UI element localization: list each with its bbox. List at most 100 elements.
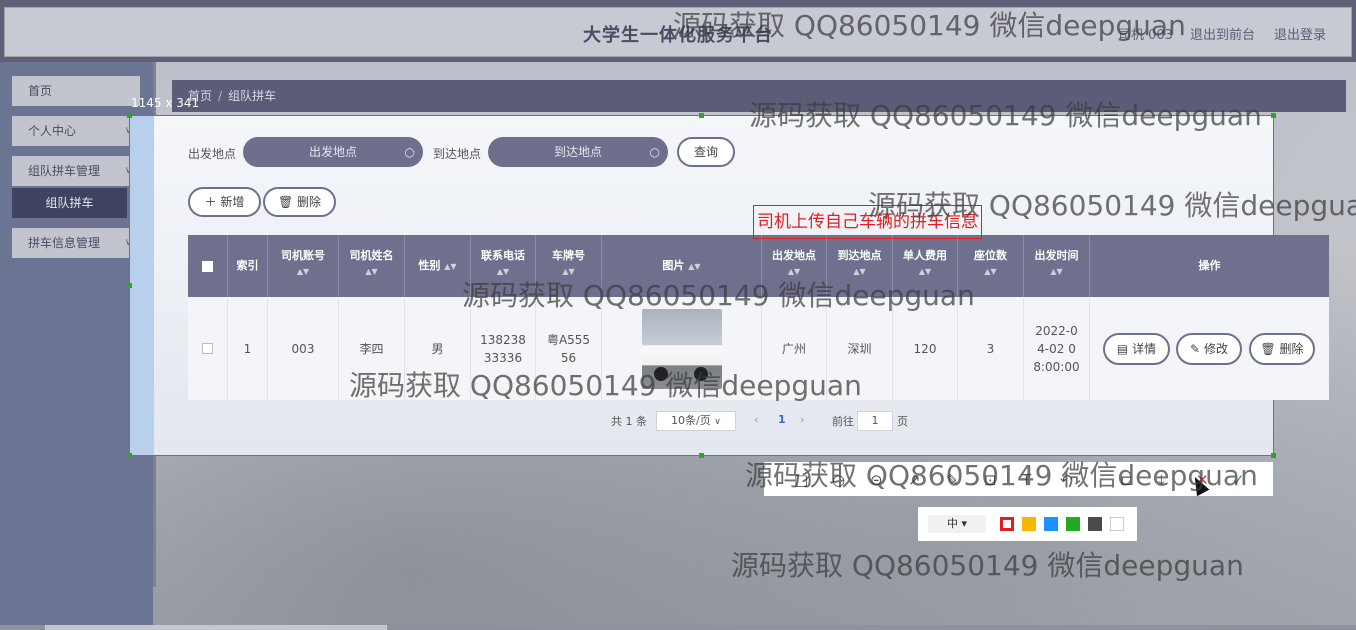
resize-handle[interactable]	[1271, 453, 1276, 458]
col-header-label: 司机账号	[281, 249, 325, 262]
col-header-label: 联系电话	[481, 249, 525, 262]
edit-label: 修改	[1203, 342, 1228, 356]
col-header-label: 司机姓名	[349, 249, 394, 262]
cell-time: 2022-04-02 08:00:00	[1024, 297, 1090, 400]
sidebar-item-carpool-info-manage[interactable]: 拼车信息管理∨	[12, 228, 140, 258]
page-size-value: 10条/页	[671, 414, 711, 427]
goto-page-input[interactable]: 1	[857, 411, 893, 431]
page-number-current[interactable]: 1	[778, 413, 786, 426]
add-button[interactable]: ＋ 新增	[188, 187, 261, 217]
detail-button[interactable]: ▤ 详情	[1103, 333, 1170, 365]
query-button[interactable]: 查询	[677, 137, 735, 167]
color-palette: 中 ▾	[918, 507, 1137, 541]
sidebar-item-home[interactable]: 首页	[12, 76, 140, 106]
col-header-index: 索引	[228, 235, 268, 297]
from-input[interactable]: 出发地点 ○	[243, 137, 423, 167]
search-icon: ○	[404, 145, 415, 159]
trash-icon: 🗑	[1260, 342, 1276, 356]
cell-account: 003	[268, 297, 339, 400]
resize-handle[interactable]	[699, 453, 704, 458]
col-header-label: 到达地点	[837, 249, 882, 262]
delete-label: 删除	[297, 195, 322, 209]
scrollbar-thumb[interactable]	[45, 625, 387, 630]
watermark: 源码获取 QQ86050149 微信deepguan	[731, 549, 1244, 582]
font-size-value: 中	[946, 517, 958, 530]
watermark: 源码获取 QQ86050149 微信deepguan	[673, 9, 1186, 42]
search-icon: ○	[649, 145, 660, 159]
col-header-label: 车牌号	[552, 249, 585, 262]
back-to-front-link[interactable]: 退出到前台	[1190, 24, 1255, 43]
row-delete-button[interactable]: 🗑 删除	[1249, 333, 1315, 365]
watermark: 源码获取 QQ86050149 微信deepguan	[349, 369, 862, 402]
prev-page-icon[interactable]: ‹	[754, 413, 758, 426]
sidebar-item-carpool-team-manage[interactable]: 组队拼车管理∨	[12, 156, 140, 186]
select-all-checkbox[interactable]	[188, 235, 228, 297]
checkbox-icon	[202, 260, 213, 272]
row-checkbox[interactable]	[188, 297, 228, 400]
col-header-label: 座位数	[974, 249, 1007, 262]
sidebar-subitem-carpool-team[interactable]: 组队拼车	[12, 188, 127, 218]
sidebar-item-label: 首页	[28, 84, 53, 98]
page-suffix: 页	[897, 415, 908, 428]
plus-icon: ＋	[204, 195, 217, 209]
resize-handle[interactable]	[699, 113, 704, 118]
breadcrumb-separator: /	[218, 89, 223, 103]
resize-handle[interactable]	[127, 453, 132, 458]
col-header-time[interactable]: 出发时间 ▲▼	[1024, 235, 1090, 297]
from-label: 出发地点	[188, 147, 237, 161]
selection-edge	[130, 116, 154, 455]
checkbox-icon	[202, 343, 213, 354]
color-swatch-red[interactable]	[1000, 517, 1014, 531]
watermark: 源码获取 QQ86050149 微信deepguan	[868, 189, 1356, 222]
sort-icon: ▲▼	[688, 262, 701, 271]
pencil-icon: ✎	[1190, 342, 1201, 356]
trash-icon: 🗑	[277, 195, 294, 209]
color-swatch-gray[interactable]	[1088, 517, 1102, 531]
watermark: 源码获取 QQ86050149 微信deepguan	[462, 279, 975, 312]
row-delete-label: 删除	[1279, 342, 1304, 356]
sidebar-item-label: 个人中心	[28, 124, 77, 138]
resize-handle[interactable]	[1271, 113, 1276, 118]
col-header-account[interactable]: 司机账号 ▲▼	[268, 235, 339, 297]
resize-handle[interactable]	[127, 113, 132, 118]
watermark: 源码获取 QQ86050149 微信deepguan	[749, 99, 1262, 132]
sort-icon: ▲▼	[365, 267, 378, 276]
to-placeholder: 到达地点	[553, 145, 602, 159]
col-header-label: 出发时间	[1034, 249, 1079, 262]
col-header-label: 性别	[418, 259, 441, 272]
from-placeholder: 出发地点	[308, 145, 357, 159]
document-icon: ▤	[1116, 342, 1129, 356]
col-header-label: 出发地点	[772, 249, 816, 262]
capture-size-label: 1145 x 341	[131, 96, 200, 110]
color-swatch-green[interactable]	[1066, 517, 1080, 531]
sidebar-item-label: 拼车信息管理	[28, 236, 101, 250]
logout-link[interactable]: 退出登录	[1274, 24, 1326, 43]
font-size-select[interactable]: 中 ▾	[928, 515, 986, 533]
detail-label: 详情	[1132, 342, 1157, 356]
next-page-icon[interactable]: ›	[800, 413, 804, 426]
sidebar-item-label: 组队拼车管理	[28, 164, 101, 178]
watermark: 源码获取 QQ86050149 微信deepguan	[745, 459, 1258, 492]
col-header-name[interactable]: 司机姓名 ▲▼	[339, 235, 405, 297]
pagination-total: 共 1 条	[611, 415, 647, 428]
to-input[interactable]: 到达地点 ○	[488, 137, 668, 167]
goto-label: 前往	[832, 415, 854, 428]
col-header-actions: 操作	[1198, 259, 1221, 272]
color-swatch-yellow[interactable]	[1022, 517, 1036, 531]
sort-icon: ▲▼	[1050, 267, 1063, 276]
edit-button[interactable]: ✎ 修改	[1176, 333, 1242, 365]
to-label: 到达地点	[433, 147, 482, 161]
breadcrumb-current: 组队拼车	[228, 89, 277, 103]
batch-delete-button[interactable]: 🗑 删除	[263, 187, 336, 217]
page-size-select[interactable]: 10条/页 ∨	[656, 411, 736, 431]
sidebar-item-personal-center[interactable]: 个人中心∨	[12, 116, 140, 146]
chevron-down-icon: ∨	[714, 417, 721, 427]
color-swatch-blue[interactable]	[1044, 517, 1058, 531]
color-swatch-white[interactable]	[1110, 517, 1124, 531]
add-label: 新增	[220, 195, 245, 209]
resize-handle[interactable]	[127, 283, 132, 288]
sort-icon: ▲▼	[296, 267, 310, 276]
col-header-label: 单人费用	[903, 249, 947, 262]
col-header-label: 图片	[662, 259, 685, 272]
cell-index: 1	[228, 297, 268, 400]
